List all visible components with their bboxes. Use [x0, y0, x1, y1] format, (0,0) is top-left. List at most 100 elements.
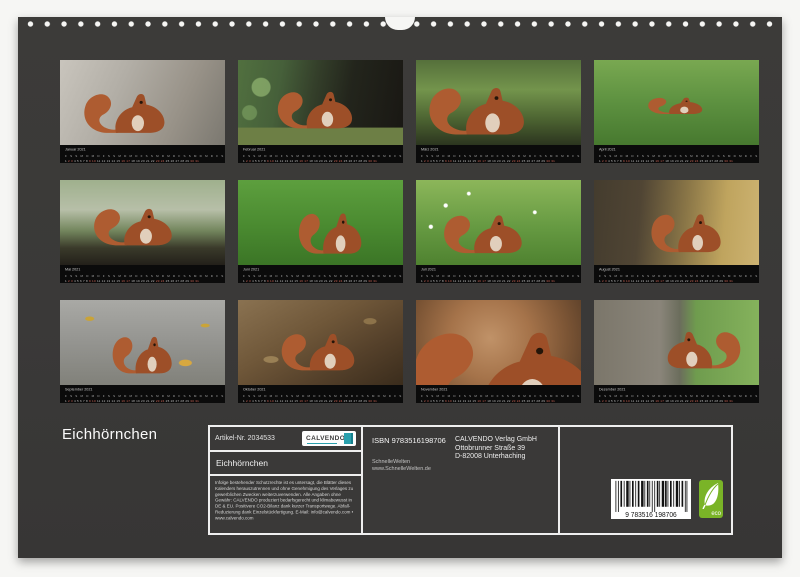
day-numbers-row: 1 2 3 4 5 6 7 8 9 10 11 12 13 14 15 16 1…: [243, 160, 403, 163]
squirrel-illustration: [646, 199, 728, 259]
calendar-month-thumbnail: März 2021 F S S M D M D F S S M D M D F …: [416, 60, 581, 163]
mini-calendar-strip: September 2021 F S S M D M D F S S M D M…: [60, 385, 225, 403]
credit-url: www.SchnelleWelten.de: [372, 466, 431, 473]
squirrel-illustration: [416, 300, 581, 385]
weekday-row: F S S M D M D F S S M D M D F S S M D M …: [421, 275, 581, 278]
month-label: Februar 2021: [243, 148, 403, 152]
mini-calendar-strip: Juli 2021 F S S M D M D F S S M D M D F …: [416, 265, 581, 283]
day-numbers-row: 1 2 3 4 5 6 7 8 9 10 11 12 13 14 15 16 1…: [243, 280, 403, 283]
squirrel-photo: [594, 300, 759, 385]
day-numbers-row: 1 2 3 4 5 6 7 8 9 10 11 12 13 14 15 16 1…: [599, 280, 759, 283]
weekday-row: F S S M D M D F S S M D M D F S S M D M …: [243, 155, 403, 158]
month-label: April 2021: [599, 148, 759, 152]
squirrel-photo: [416, 180, 581, 265]
squirrel-photo: [416, 300, 581, 385]
day-numbers-row: 1 2 3 4 5 6 7 8 9 10 11 12 13 14 15 16 1…: [65, 160, 225, 163]
weekday-row: F S S M D M D F S S M D M D F S S M D M …: [599, 275, 759, 278]
month-label: Mai 2021: [65, 268, 225, 272]
squirrel-illustration: [644, 91, 708, 117]
squirrel-illustration: [108, 322, 178, 380]
publisher-name: CALVENDO Verlag GmbH: [455, 436, 537, 445]
eco-logo: eco: [699, 480, 723, 518]
calendar-month-thumbnail: August 2021 F S S M D M D F S S M D M D …: [594, 180, 759, 283]
calendar-month-thumbnail: Januar 2021 F S S M D M D F S S M D M D …: [60, 60, 225, 163]
day-numbers-row: 1 2 3 4 5 6 7 8 9 10 11 12 13 14 15 16 1…: [421, 280, 581, 283]
calendar-month-thumbnail: Oktober 2021 F S S M D M D F S S M D M D…: [238, 300, 403, 403]
squirrel-illustration: [294, 197, 368, 261]
month-label: Januar 2021: [65, 148, 225, 152]
weekday-row: F S S M D M D F S S M D M D F S S M D M …: [599, 155, 759, 158]
weekday-row: F S S M D M D F S S M D M D F S S M D M …: [65, 395, 225, 398]
calendar-month-thumbnail: Juli 2021 F S S M D M D F S S M D M D F …: [416, 180, 581, 283]
mini-calendar-strip: November 2021 F S S M D M D F S S M D M …: [416, 385, 581, 403]
weekday-row: F S S M D M D F S S M D M D F S S M D M …: [243, 275, 403, 278]
isbn-text: ISBN 9783516198706: [372, 436, 446, 445]
month-label: September 2021: [65, 388, 225, 392]
weekday-row: F S S M D M D F S S M D M D F S S M D M …: [599, 395, 759, 398]
publisher-address: CALVENDO Verlag GmbH Ottobrunner Straße …: [455, 436, 537, 462]
publisher-street: Ottobrunner Straße 39: [455, 445, 537, 454]
mini-calendar-strip: Oktober 2021 F S S M D M D F S S M D M D…: [238, 385, 403, 403]
month-label: August 2021: [599, 268, 759, 272]
squirrel-illustration: [276, 319, 362, 377]
calvendo-mark-icon: [344, 433, 353, 444]
hanger-notch: [385, 17, 415, 30]
calvendo-tagline-line: [307, 443, 337, 444]
calendar-month-thumbnail: Mai 2021 F S S M D M D F S S M D M D F S…: [60, 180, 225, 283]
month-label: November 2021: [421, 388, 581, 392]
calendar-month-thumbnail: April 2021 F S S M D M D F S S M D M D F…: [594, 60, 759, 163]
calendar-month-thumbnail: Juni 2021 F S S M D M D F S S M D M D F …: [238, 180, 403, 283]
month-label: Juli 2021: [421, 268, 581, 272]
day-numbers-row: 1 2 3 4 5 6 7 8 9 10 11 12 13 14 15 16 1…: [421, 160, 581, 163]
mini-calendar-strip: August 2021 F S S M D M D F S S M D M D …: [594, 265, 759, 283]
weekday-row: F S S M D M D F S S M D M D F S S M D M …: [65, 275, 225, 278]
mini-calendar-strip: April 2021 F S S M D M D F S S M D M D F…: [594, 145, 759, 163]
weekday-row: F S S M D M D F S S M D M D F S S M D M …: [65, 155, 225, 158]
squirrel-illustration: [422, 69, 534, 143]
mini-calendar-strip: Januar 2021 F S S M D M D F S S M D M D …: [60, 145, 225, 163]
month-label: Juni 2021: [243, 268, 403, 272]
day-numbers-row: 1 2 3 4 5 6 7 8 9 10 11 12 13 14 15 16 1…: [243, 400, 403, 403]
squirrel-photo: [594, 60, 759, 145]
thumbnail-grid: Januar 2021 F S S M D M D F S S M D M D …: [60, 60, 759, 403]
month-label: Oktober 2021: [243, 388, 403, 392]
product-info-box: Artikel-Nr. 2034533 CALVENDO Eichhörnche…: [208, 425, 363, 535]
squirrel-photo: [238, 60, 403, 145]
month-label: März 2021: [421, 148, 581, 152]
day-numbers-row: 1 2 3 4 5 6 7 8 9 10 11 12 13 14 15 16 1…: [65, 280, 225, 283]
mini-calendar-strip: Juni 2021 F S S M D M D F S S M D M D F …: [238, 265, 403, 283]
calendar-back-panel: Januar 2021 F S S M D M D F S S M D M D …: [18, 17, 782, 558]
mini-calendar-strip: Februar 2021 F S S M D M D F S S M D M D…: [238, 145, 403, 163]
publisher-city: D-82008 Unterhaching: [455, 453, 537, 462]
product-title: Eichhörnchen: [216, 458, 268, 468]
day-numbers-row: 1 2 3 4 5 6 7 8 9 10 11 12 13 14 15 16 1…: [599, 400, 759, 403]
ean-barcode: 9 783516 198706: [611, 479, 691, 519]
weekday-row: F S S M D M D F S S M D M D F S S M D M …: [421, 395, 581, 398]
mini-calendar-strip: Dezember 2021 F S S M D M D F S S M D M …: [594, 385, 759, 403]
eco-label: eco: [711, 511, 721, 517]
info-boxes: Artikel-Nr. 2034533 CALVENDO Eichhörnche…: [208, 425, 733, 535]
squirrel-illustration: [272, 77, 360, 135]
day-numbers-row: 1 2 3 4 5 6 7 8 9 10 11 12 13 14 15 16 1…: [599, 160, 759, 163]
calendar-month-thumbnail: September 2021 F S S M D M D F S S M D M…: [60, 300, 225, 403]
weekday-row: F S S M D M D F S S M D M D F S S M D M …: [421, 155, 581, 158]
squirrel-illustration: [660, 317, 746, 375]
barcode-digits: 9 783516 198706: [625, 512, 677, 518]
page-title: Eichhörnchen: [62, 426, 157, 443]
squirrel-illustration: [78, 78, 173, 140]
day-numbers-row: 1 2 3 4 5 6 7 8 9 10 11 12 13 14 15 16 1…: [65, 400, 225, 403]
squirrel-photo: [416, 60, 581, 145]
calvendo-logo-text: CALVENDO: [306, 436, 345, 442]
publisher-info-box: ISBN 9783516198706 CALVENDO Verlag GmbH …: [361, 425, 560, 535]
calendar-month-thumbnail: Dezember 2021 F S S M D M D F S S M D M …: [594, 300, 759, 403]
squirrel-illustration: [438, 200, 530, 260]
day-numbers-row: 1 2 3 4 5 6 7 8 9 10 11 12 13 14 15 16 1…: [421, 400, 581, 403]
month-label: Dezember 2021: [599, 388, 759, 392]
calendar-month-thumbnail: Februar 2021 F S S M D M D F S S M D M D…: [238, 60, 403, 163]
calvendo-logo: CALVENDO: [302, 431, 356, 446]
calendar-month-thumbnail: November 2021 F S S M D M D F S S M D M …: [416, 300, 581, 403]
squirrel-photo: [60, 300, 225, 385]
legal-text: Infolge bestehender Schutzrechte ist es …: [215, 480, 355, 521]
squirrel-photo: [60, 180, 225, 265]
squirrel-photo: [594, 180, 759, 265]
